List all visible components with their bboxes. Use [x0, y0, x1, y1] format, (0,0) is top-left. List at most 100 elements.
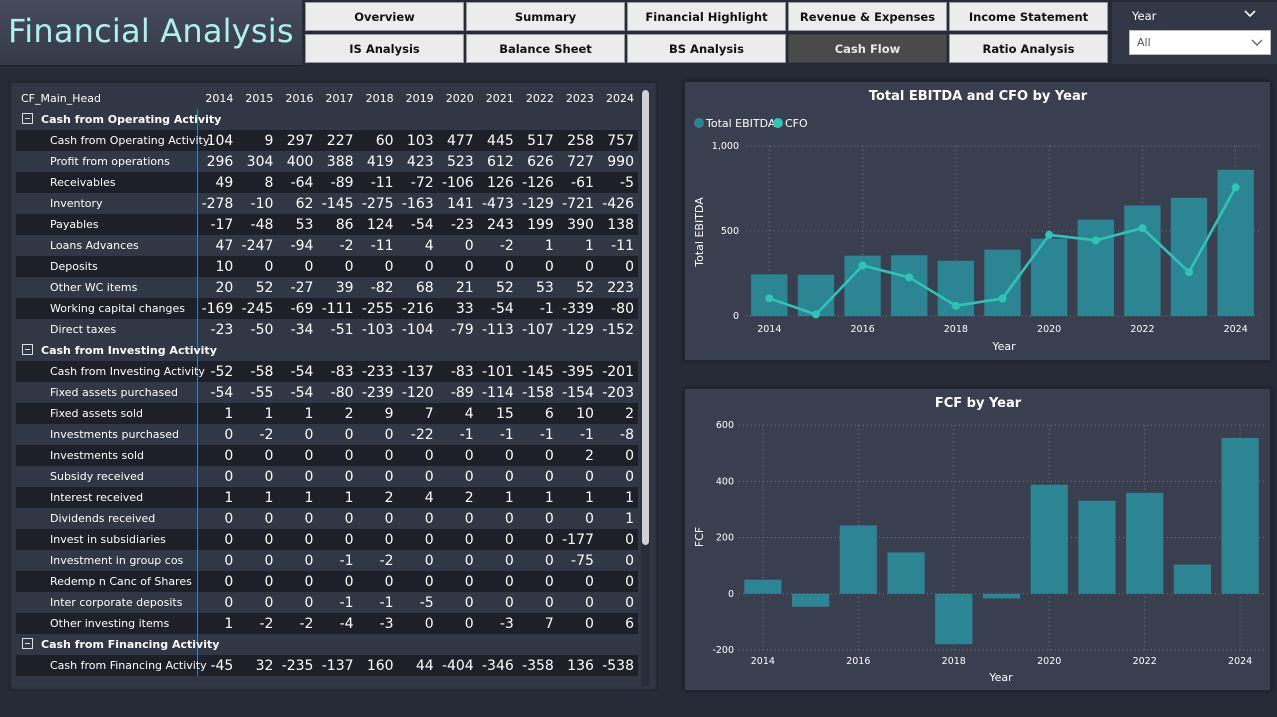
- nav-button-bs-analysis[interactable]: BS Analysis: [627, 34, 786, 63]
- row-label-text: Cash from Investing Activity: [50, 365, 205, 378]
- bar-fcf[interactable]: [887, 552, 925, 594]
- table-cell: 0: [304, 510, 314, 527]
- point-cfo[interactable]: [765, 294, 774, 303]
- vertical-scrollbar[interactable]: [641, 90, 650, 686]
- column-header-name[interactable]: CF_Main_Head: [16, 88, 197, 109]
- point-cfo[interactable]: [1185, 268, 1194, 277]
- table-cell: -22: [410, 426, 434, 443]
- year-select[interactable]: All: [1129, 30, 1271, 55]
- collapse-icon[interactable]: [22, 638, 33, 649]
- bar-total-ebitda[interactable]: [1217, 169, 1254, 316]
- table-cell: -80: [597, 298, 638, 319]
- bar-total-ebitda[interactable]: [1170, 197, 1208, 316]
- nav-button-summary[interactable]: Summary: [466, 2, 625, 31]
- bar-fcf[interactable]: [1030, 484, 1068, 594]
- nav-button-balance-sheet[interactable]: Balance Sheet: [466, 34, 625, 63]
- table-cell: -137: [317, 655, 358, 676]
- point-cfo[interactable]: [811, 310, 820, 319]
- page-title: Financial Analysis: [8, 12, 294, 50]
- group-label[interactable]: Cash from Operating Activity: [16, 109, 221, 130]
- point-cfo[interactable]: [1138, 224, 1147, 233]
- bar-fcf[interactable]: [744, 579, 782, 594]
- column-header-year[interactable]: 2024: [598, 88, 638, 109]
- column-header-year[interactable]: 2023: [558, 88, 598, 109]
- point-cfo[interactable]: [858, 261, 867, 270]
- table-cell: 0: [277, 571, 318, 592]
- table-cell: -245: [237, 298, 278, 319]
- row-label: Interest received: [16, 487, 198, 508]
- nav-button-cash-flow[interactable]: Cash Flow: [788, 34, 947, 63]
- bar-total-ebitda[interactable]: [1124, 205, 1161, 317]
- group-label[interactable]: Cash from Investing Activity: [16, 340, 217, 361]
- x-tick-label: 2014: [751, 656, 775, 667]
- table-cell: 6: [517, 403, 558, 424]
- table-cell: -54: [290, 384, 314, 401]
- table-cell: -137: [397, 361, 438, 382]
- table-cell: 445: [477, 130, 518, 151]
- bar-fcf[interactable]: [935, 593, 973, 645]
- table-cell: -106: [437, 172, 478, 193]
- table-cell: 0: [584, 594, 594, 611]
- table-row: Redemp n Canc of Shares 0 0 0 0 0 0 0 0 0 0 0: [16, 571, 638, 592]
- table-cell: 33: [437, 298, 478, 319]
- column-header-year[interactable]: 2017: [317, 88, 357, 109]
- collapse-icon[interactable]: [22, 344, 33, 355]
- bar-fcf[interactable]: [1078, 500, 1116, 594]
- collapse-icon[interactable]: [22, 113, 33, 124]
- row-label-text: Investment in group cos: [50, 554, 184, 567]
- point-cfo[interactable]: [998, 294, 1007, 303]
- scrollbar-thumb[interactable]: [642, 90, 649, 545]
- column-header-year[interactable]: 2020: [438, 88, 478, 109]
- group-label[interactable]: Cash from Financing Activity: [16, 634, 219, 655]
- bar-fcf[interactable]: [1173, 564, 1212, 594]
- table-cell: 0: [237, 571, 278, 592]
- table-cell: -17: [197, 214, 238, 235]
- point-cfo[interactable]: [951, 301, 960, 310]
- bar-fcf[interactable]: [839, 525, 877, 594]
- column-header-year[interactable]: 2014: [197, 88, 237, 109]
- bar-fcf[interactable]: [1126, 492, 1164, 594]
- column-header-year[interactable]: 2022: [518, 88, 558, 109]
- table-cell: 20: [215, 279, 234, 296]
- nav-button-ratio-analysis[interactable]: Ratio Analysis: [949, 34, 1108, 63]
- column-header-year[interactable]: 2015: [237, 88, 277, 109]
- table-cell: [478, 340, 518, 361]
- column-header-year[interactable]: 2018: [358, 88, 398, 109]
- table-cell: -129: [522, 195, 554, 212]
- point-cfo[interactable]: [1231, 183, 1240, 192]
- table-cell: -152: [602, 321, 634, 338]
- legend-label-cfo[interactable]: CFO: [785, 117, 808, 130]
- nav-button-income-statement[interactable]: Income Statement: [949, 2, 1108, 31]
- table-cell: 0: [437, 571, 478, 592]
- column-header-year[interactable]: 2016: [277, 88, 317, 109]
- row-label: Direct taxes: [16, 319, 198, 340]
- column-header-year[interactable]: 2019: [398, 88, 438, 109]
- table-cell: [277, 634, 317, 655]
- nav-button-is-analysis[interactable]: IS Analysis: [305, 34, 464, 63]
- row-label-text: Cash from Operating Activity: [41, 113, 222, 126]
- column-header-year[interactable]: 2021: [478, 88, 518, 109]
- table-cell: -339: [557, 298, 598, 319]
- bar-fcf[interactable]: [982, 593, 1021, 599]
- point-cfo[interactable]: [1091, 236, 1100, 245]
- chevron-down-icon[interactable]: [1243, 7, 1257, 21]
- table-row: Dividends received 0 0 0 0 0 0 0 0 0 0 1: [16, 508, 638, 529]
- table-cell: 0: [464, 237, 474, 254]
- year-filter-label: Year: [1132, 9, 1157, 23]
- nav-button-overview[interactable]: Overview: [305, 2, 464, 31]
- table-cell: -104: [401, 321, 434, 338]
- table-cell: 523: [446, 153, 474, 170]
- bar-fcf[interactable]: [791, 593, 830, 607]
- table-cell: -278: [201, 195, 234, 212]
- point-cfo[interactable]: [1045, 230, 1054, 239]
- point-cfo[interactable]: [905, 273, 914, 282]
- table-cell: -201: [597, 361, 638, 382]
- nav-button-revenue-expenses[interactable]: Revenue & Expenses: [788, 2, 947, 31]
- bar-fcf[interactable]: [1221, 437, 1259, 594]
- table-cell: 227: [317, 130, 358, 151]
- legend-label-ebitda[interactable]: Total EBITDA: [705, 117, 776, 130]
- table-cell: -103: [361, 321, 394, 338]
- table-cell: 10: [557, 403, 598, 424]
- bar-total-ebitda[interactable]: [1077, 219, 1114, 316]
- nav-button-financial-highlight[interactable]: Financial Highlight: [627, 2, 786, 31]
